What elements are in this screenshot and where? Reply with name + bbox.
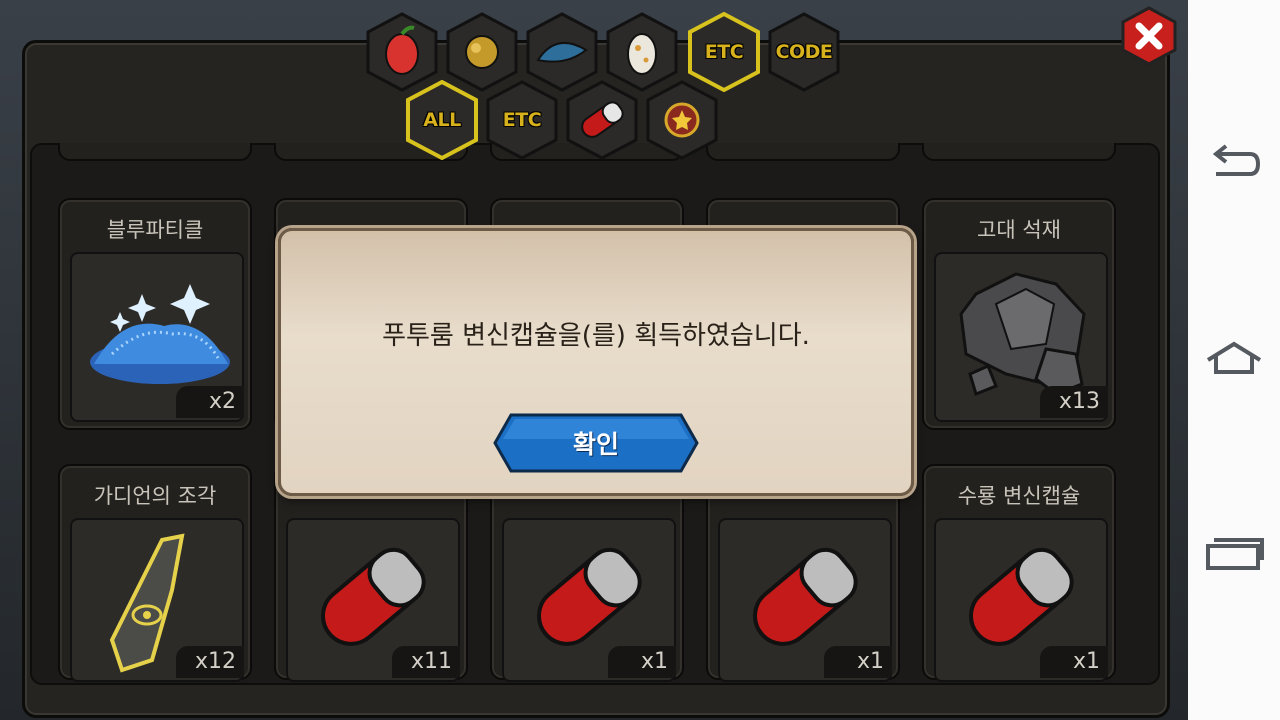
confirm-label: 확인 bbox=[572, 430, 619, 459]
back-button[interactable] bbox=[1204, 142, 1264, 182]
acquire-dialog: 푸투룸 변신캡슐을(를) 획득하였습니다. 확인 bbox=[278, 228, 914, 496]
dialog-message: 푸투룸 변신캡슐을(를) 획득하였습니다. bbox=[382, 321, 810, 351]
recents-button[interactable] bbox=[1204, 534, 1264, 574]
home-button[interactable] bbox=[1204, 338, 1264, 378]
game-screen: 블루파티클 x2 고대 석재 x13 가디언의 조각 x12 x11 x1 x1… bbox=[0, 0, 1188, 720]
system-nav-bar bbox=[1188, 0, 1280, 720]
confirm-button[interactable]: 확인 bbox=[493, 413, 699, 473]
